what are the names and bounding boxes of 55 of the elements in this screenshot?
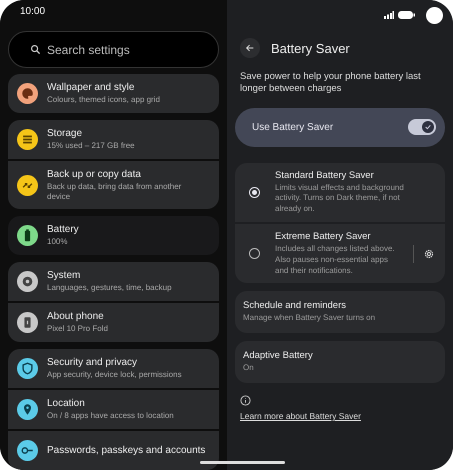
settings-item[interactable]: Wallpaper and style Colours, themed icons, app grid [8,74,219,113]
toggle-label: Use Battery Saver [252,122,334,133]
battery-icon [398,11,415,19]
settings-item[interactable]: About phone Pixel 10 Pro Fold [8,303,219,342]
item-title: Storage [47,128,84,139]
item-title: About phone [47,311,105,322]
item-subtitle: Pixel 10 Pro Fold [47,324,109,334]
item-title: Passwords, passkeys and accounts [47,445,206,456]
settings-item[interactable]: Location On / 8 apps have access to location [8,390,219,429]
item-subtitle: 100% [47,237,68,247]
settings-card[interactable]: Adaptive Battery On [235,341,445,384]
learn-more-link[interactable]: Learn more about Battery Saver [240,411,361,422]
main-toggle-card[interactable]: Use Battery Saver [235,108,445,147]
mode-description: Limits visual effects and background activity. Turns on Dark theme, if not already on. [275,182,405,216]
settings-item[interactable]: Battery 100% [8,216,219,255]
setting-subtitle: Manage when Battery Saver turns on [243,313,376,324]
settings-icon[interactable] [423,248,435,260]
page-description: Save power to help your phone battery last longer between charges [240,71,422,96]
info-icon [240,395,251,406]
item-subtitle: 15% used – 217 GB free [47,141,136,151]
item-title: Wallpaper and style [47,82,136,93]
mode-option[interactable]: Standard Battery Saver Limits visual effects and background activity. Turns on Dark theme, if not already on. [235,162,445,222]
settings-item[interactable]: Back up or copy data Back up data, bring data from another device [8,161,219,209]
back-button[interactable] [240,38,260,58]
item-title: Battery [47,224,80,235]
toggle-switch[interactable] [408,119,436,136]
check-icon [424,123,432,132]
item-subtitle: Languages, gestures, time, backup [47,283,173,293]
settings-item[interactable]: Storage 15% used – 217 GB free [8,120,219,159]
settings-item[interactable]: Passwords, passkeys and accounts [8,431,219,470]
settings-card[interactable]: Schedule and reminders Manage when Battery Saver turns on [235,291,445,334]
mode-title: Extreme Battery Saver [275,231,372,242]
mode-title: Standard Battery Saver [275,170,375,181]
item-title: Back up or copy data [47,168,142,180]
item-subtitle: Colours, themed icons, app grid [47,95,161,105]
item-title: System [47,270,82,281]
settings-item[interactable]: Security and privacy App security, device lock, permissions [8,349,219,388]
setting-title: Adaptive Battery [243,350,314,362]
radio-button[interactable] [249,248,260,260]
item-subtitle: App security, device lock, permissions [47,370,183,380]
mode-option[interactable]: Extreme Battery Saver Includes all changes listed above. Also pauses non-essential apps and their notifications. [235,224,445,284]
item-title: Location [47,398,86,409]
setting-title: Schedule and reminders [243,300,347,312]
settings-item[interactable]: System Languages, gestures, time, backup [8,262,219,301]
item-subtitle: On / 8 apps have access to location [47,411,175,421]
back-arrow-icon [245,43,255,53]
search-field[interactable]: Search settings [8,31,219,68]
mode-description: Includes all changes listed above. Also pauses non-essential apps and their notifications. [275,244,396,276]
page-title: Battery Saver [271,40,350,56]
item-title: Security and privacy [47,357,138,368]
camera-cutout [426,6,443,24]
signal-icon [384,11,394,19]
item-subtitle: Back up data, bring data from another device [47,182,182,202]
setting-subtitle: On [243,363,255,374]
status-time: 10:00 [19,5,46,17]
